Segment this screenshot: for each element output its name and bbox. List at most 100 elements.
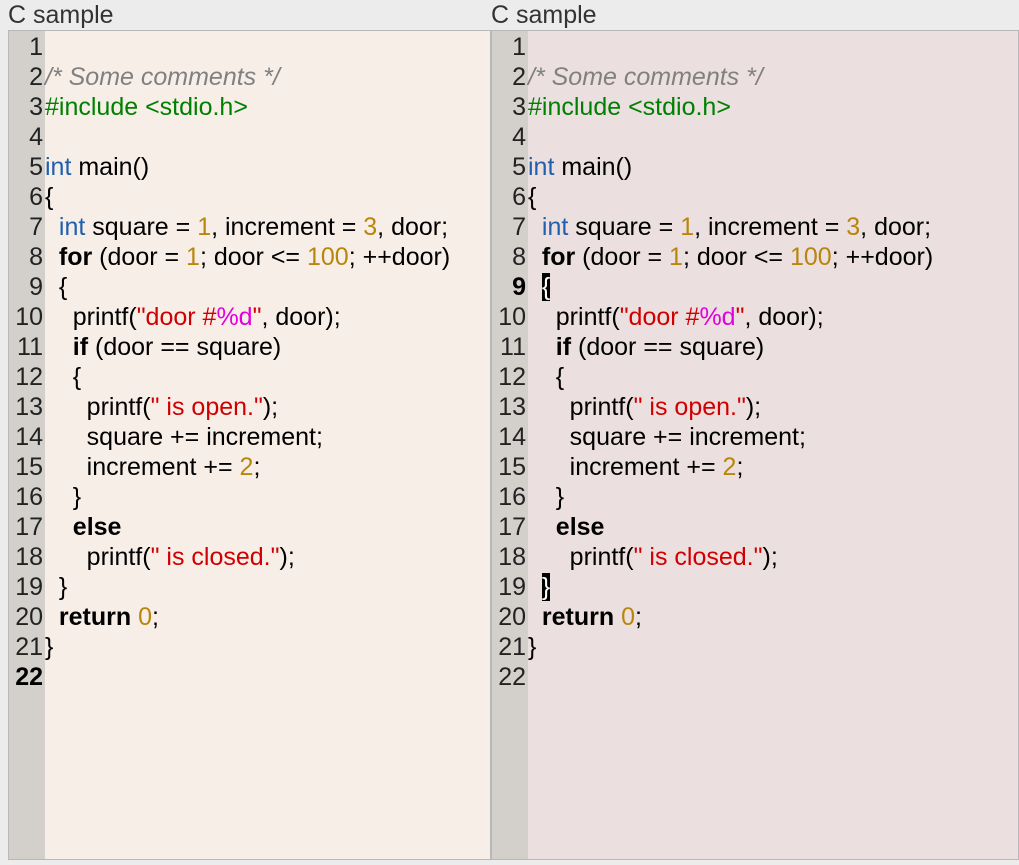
line-number: 18: [498, 543, 526, 571]
code-line[interactable]: {: [528, 362, 564, 392]
code-line[interactable]: for (door = 1; door <= 100; ++door): [528, 242, 933, 272]
code-token: if: [555, 333, 572, 361]
line-number: 21: [498, 633, 526, 661]
code-line[interactable]: }: [528, 482, 564, 512]
code-token: 3: [363, 213, 378, 241]
code-token: increment +=: [528, 453, 723, 481]
code-line[interactable]: }: [528, 632, 536, 662]
code-token: {: [45, 273, 68, 301]
code-line[interactable]: printf(" is closed.");: [45, 542, 295, 572]
code-token: (door == square): [88, 333, 282, 361]
line-number: 8: [29, 243, 43, 271]
code-token: );: [745, 393, 762, 421]
code-line[interactable]: int square = 1, increment = 3, door;: [528, 212, 931, 242]
code-line[interactable]: #include <stdio.h>: [45, 92, 248, 122]
line-number: 18: [15, 543, 43, 571]
code-line[interactable]: printf(" is open.");: [45, 392, 278, 422]
code-line[interactable]: {: [45, 182, 53, 212]
code-line[interactable]: square += increment;: [528, 422, 806, 452]
code-token: }: [45, 633, 54, 661]
line-number: 15: [498, 453, 526, 481]
code-line[interactable]: }: [45, 482, 81, 512]
code-token: else: [555, 513, 605, 541]
code-token: " is closed.": [633, 543, 763, 571]
code-token: for: [58, 243, 93, 271]
code-line[interactable]: return 0;: [45, 602, 159, 632]
code-token: (door =: [92, 243, 187, 271]
code-line[interactable]: /* Some comments */: [45, 62, 280, 92]
line-number: 5: [512, 153, 526, 181]
code-area[interactable]: /* Some comments */#include <stdio.h> int…: [45, 31, 490, 859]
code-line[interactable]: }: [45, 632, 53, 662]
code-line[interactable]: int square = 1, increment = 3, door;: [45, 212, 448, 242]
code-line[interactable]: }: [528, 572, 551, 602]
code-editor[interactable]: 1 2 3 4 5 6 7 8 9 10 11 12 13 14 15 16 17 18 19 20 21 22 /* S…: [8, 30, 491, 860]
line-number: 20: [498, 603, 526, 631]
line-number: 8: [512, 243, 526, 271]
code-token: printf(: [528, 393, 634, 421]
code-editor[interactable]: 1 2 3 4 5 6 7 8 9 10 11 12 13 14 15 16 17 18 19 20 21 22 /* S…: [491, 30, 1019, 860]
right-editor-pane: C sample 1 2 3 4 5 6 7 8 9 10 11 12 13 14 15 16 17 18 19 20…: [491, 0, 1019, 865]
code-token: {: [528, 183, 537, 211]
code-line[interactable]: if (door == square): [528, 332, 764, 362]
code-line[interactable]: {: [528, 182, 536, 212]
line-number: 7: [29, 213, 43, 241]
code-token: printf(: [528, 303, 620, 331]
code-token: ; door <=: [199, 243, 307, 271]
code-line[interactable]: /* Some comments */: [528, 62, 763, 92]
line-number: 19: [498, 573, 526, 601]
code-token: increment +=: [45, 453, 240, 481]
code-line[interactable]: return 0;: [528, 602, 642, 632]
code-token: printf(: [45, 543, 151, 571]
left-editor-pane: C sample 1 2 3 4 5 6 7 8 9 10 11 12 13 14 15 16 17 18 19 20…: [8, 0, 491, 865]
app-window: C sample 1 2 3 4 5 6 7 8 9 10 11 12 13 14 15 16 17 18 19 20…: [0, 0, 1019, 865]
code-token: , door);: [744, 303, 824, 331]
code-line[interactable]: {: [45, 272, 67, 302]
code-line[interactable]: else: [45, 512, 122, 542]
code-token: ;: [253, 453, 261, 481]
code-line[interactable]: #include <stdio.h>: [528, 92, 731, 122]
line-number: 21: [15, 633, 43, 661]
code-area[interactable]: /* Some comments */#include <stdio.h> int…: [528, 31, 1018, 859]
code-line[interactable]: int main(): [528, 152, 632, 182]
code-token: %d: [216, 303, 253, 331]
code-token: main(): [71, 153, 150, 181]
line-number: 6: [29, 183, 43, 211]
line-number: 3: [29, 93, 43, 121]
code-token: );: [279, 543, 295, 571]
line-number: 16: [498, 483, 526, 511]
code-line[interactable]: increment += 2;: [528, 452, 744, 482]
code-line[interactable]: {: [45, 362, 81, 392]
code-line[interactable]: increment += 2;: [45, 452, 261, 482]
code-line[interactable]: for (door = 1; door <= 100; ++door): [45, 242, 450, 272]
code-line[interactable]: printf(" is open.");: [528, 392, 761, 422]
line-number: 12: [15, 363, 43, 391]
code-line[interactable]: {: [528, 272, 551, 302]
code-line[interactable]: square += increment;: [45, 422, 323, 452]
code-line[interactable]: printf("door #%d", door);: [528, 302, 824, 332]
code-token: int: [528, 153, 555, 181]
code-token: " is open.": [150, 393, 263, 421]
code-line[interactable]: printf("door #%d", door);: [45, 302, 341, 332]
line-number: 13: [498, 393, 526, 421]
line-number: 19: [15, 573, 43, 601]
code-token: (door =: [575, 243, 670, 271]
code-token: "door #: [619, 303, 700, 331]
line-number: 13: [15, 393, 43, 421]
code-token: return: [58, 603, 132, 631]
line-number-gutter: 1 2 3 4 5 6 7 8 9 10 11 12 13 14 15 16 17 18 19 20 21 22: [9, 31, 45, 859]
code-token: }: [528, 633, 537, 661]
code-token: printf(: [528, 543, 634, 571]
code-line[interactable]: printf(" is closed.");: [528, 542, 778, 572]
code-token: 100: [789, 243, 832, 271]
code-line[interactable]: }: [45, 572, 67, 602]
code-line[interactable]: int main(): [45, 152, 149, 182]
code-token: , door);: [261, 303, 341, 331]
code-line[interactable]: else: [528, 512, 605, 542]
code-line[interactable]: if (door == square): [45, 332, 281, 362]
code-token: /* Some comments */: [528, 63, 763, 91]
